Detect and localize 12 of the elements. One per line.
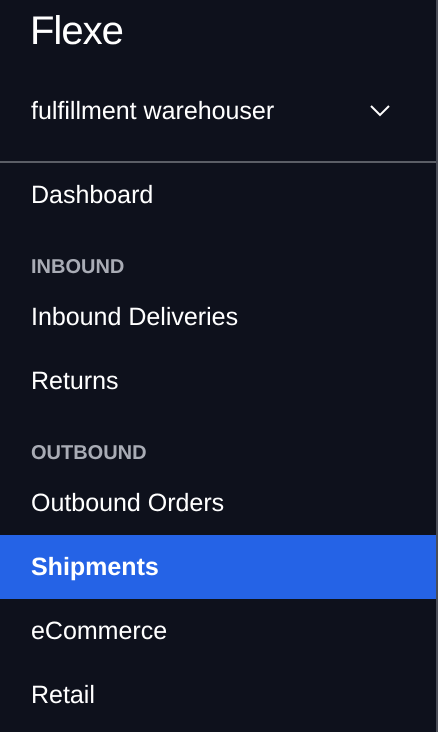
account-selector[interactable]: fulfillment warehouser <box>0 61 436 163</box>
chevron-down-icon <box>370 105 390 117</box>
nav-item[interactable]: Dashboard <box>0 163 436 227</box>
nav-item[interactable]: Shipments <box>0 535 436 599</box>
section-header: OUTBOUND <box>31 442 147 465</box>
logo: Flexe <box>29 8 123 55</box>
nav-item[interactable]: eCommerce <box>0 599 436 663</box>
nav-item[interactable]: Inbound Deliveries <box>0 285 436 349</box>
nav-item[interactable]: Returns <box>0 349 436 413</box>
nav-item[interactable]: Retail <box>0 663 436 727</box>
nav-item[interactable]: Outbound Orders <box>0 471 436 535</box>
section-header: INBOUND <box>31 256 124 279</box>
